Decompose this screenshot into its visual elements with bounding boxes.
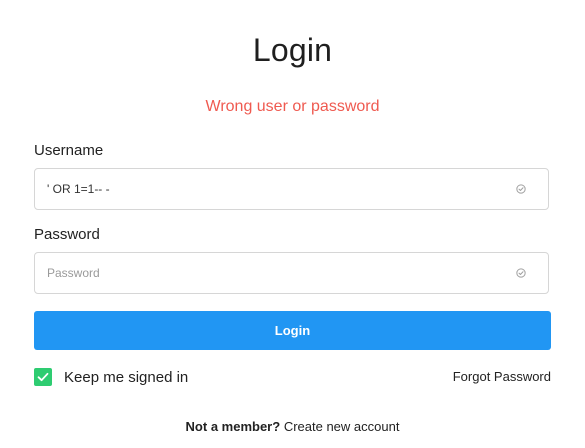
signup-prompt: Not a member? Create new account (0, 419, 585, 434)
forgot-password-link[interactable]: Forgot Password (453, 369, 551, 384)
password-input[interactable] (35, 253, 548, 293)
checkmark-icon (37, 372, 49, 382)
create-account-link[interactable]: Create new account (284, 419, 400, 434)
check-circle-icon (516, 184, 526, 194)
keep-signed-in-label: Keep me signed in (64, 368, 189, 386)
password-field-container (34, 252, 549, 294)
keep-signed-in-checkbox[interactable] (34, 368, 52, 386)
page-title: Login (252, 32, 333, 68)
username-input[interactable] (35, 169, 548, 209)
login-page: Login Wrong user or password Username Pa… (0, 0, 585, 448)
username-field-container (34, 168, 549, 210)
login-button[interactable]: Login (34, 311, 551, 350)
not-member-text: Not a member? (185, 419, 281, 434)
error-message: Wrong user or password (205, 98, 380, 115)
password-label: Password (34, 226, 100, 243)
username-label: Username (34, 142, 104, 159)
keep-signed-in[interactable]: Keep me signed in (34, 367, 188, 387)
check-circle-icon (516, 268, 526, 278)
